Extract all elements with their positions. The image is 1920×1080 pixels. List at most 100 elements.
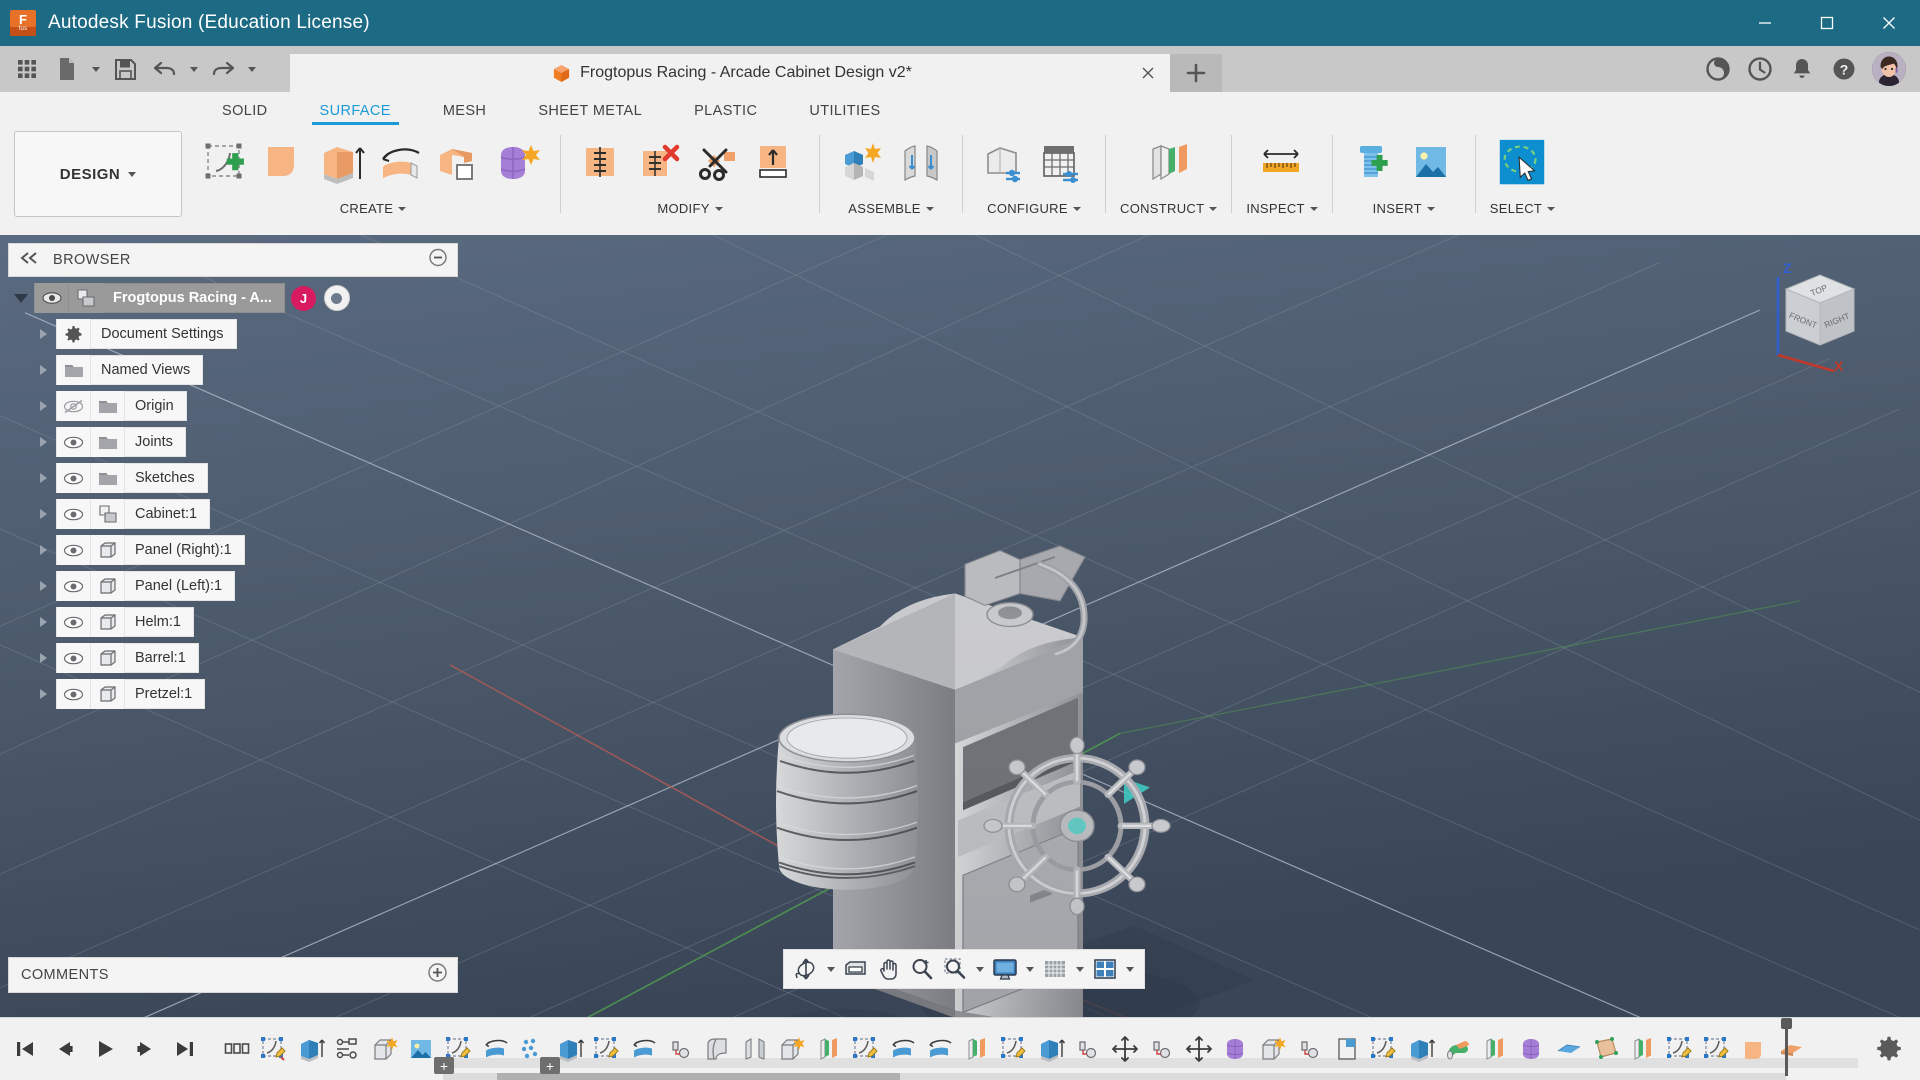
timeline-settings-icon[interactable] xyxy=(1858,1035,1920,1063)
close-button[interactable] xyxy=(1858,0,1920,46)
ribbon-group-construct-label[interactable]: CONSTRUCT xyxy=(1120,201,1218,216)
new-document-icon[interactable] xyxy=(48,50,86,88)
create-sketch-icon[interactable] xyxy=(200,133,256,195)
insert-canvas-icon[interactable] xyxy=(1405,133,1461,195)
timeline-joint-icon[interactable] xyxy=(1291,1026,1328,1072)
tree-row-origin[interactable]: Origin xyxy=(8,389,458,423)
unstitch-icon[interactable] xyxy=(633,133,689,195)
tree-row-sketches[interactable]: Sketches xyxy=(8,461,458,495)
viewports-caret[interactable] xyxy=(1122,952,1138,986)
form-icon[interactable] xyxy=(490,133,546,195)
timeline-sketch-icon[interactable] xyxy=(1661,1026,1698,1072)
grid-snaps-icon[interactable] xyxy=(1039,952,1071,986)
tree-item-joints[interactable]: Joints xyxy=(56,427,186,457)
redo-caret[interactable] xyxy=(244,50,260,88)
patch-icon[interactable] xyxy=(258,133,314,195)
construct-plane-icon[interactable] xyxy=(1141,133,1197,195)
ribbon-group-assemble-label[interactable]: ASSEMBLE xyxy=(848,201,934,216)
ribbon-tab-surface[interactable]: SURFACE xyxy=(294,103,417,125)
tree-item-named-views[interactable]: Named Views xyxy=(56,355,204,385)
visibility-eye-hidden-icon[interactable] xyxy=(57,391,91,421)
zoom-window-icon[interactable] xyxy=(939,952,971,986)
timeline-joint-icon[interactable] xyxy=(1069,1026,1106,1072)
configure-icon[interactable] xyxy=(977,133,1033,195)
expand-arrow-icon[interactable] xyxy=(30,401,56,411)
step-forward-icon[interactable] xyxy=(126,1029,164,1069)
visibility-eye-icon[interactable] xyxy=(57,535,91,565)
undo-icon[interactable] xyxy=(146,50,184,88)
redo-icon[interactable] xyxy=(204,50,242,88)
timeline-flag-icon[interactable] xyxy=(1328,1026,1365,1072)
timeline-new-component-icon[interactable] xyxy=(773,1026,810,1072)
timeline-revolve-icon[interactable] xyxy=(884,1026,921,1072)
new-tab-button[interactable] xyxy=(1170,54,1222,92)
notifications-icon[interactable] xyxy=(1782,46,1822,92)
help-icon[interactable]: ? xyxy=(1824,46,1864,92)
timeline-playhead[interactable] xyxy=(1781,1018,1792,1076)
go-to-end-icon[interactable] xyxy=(166,1029,204,1069)
tree-row-helm[interactable]: Helm:1 xyxy=(8,605,458,639)
timeline-pipe-icon[interactable] xyxy=(1439,1026,1476,1072)
tree-item-origin[interactable]: Origin xyxy=(56,391,187,421)
timeline-extrude-icon[interactable] xyxy=(1402,1026,1439,1072)
tree-item-cabinet[interactable]: Cabinet:1 xyxy=(56,499,211,529)
stitch-icon[interactable] xyxy=(575,133,631,195)
grid-snaps-caret[interactable] xyxy=(1072,952,1088,986)
extensions-icon[interactable] xyxy=(1698,46,1738,92)
revolve-icon[interactable] xyxy=(374,133,430,195)
new-component-icon[interactable] xyxy=(834,133,890,195)
visibility-eye-icon[interactable] xyxy=(57,643,91,673)
play-icon[interactable] xyxy=(86,1029,124,1069)
expand-arrow-icon[interactable] xyxy=(8,293,34,303)
tree-row-root[interactable]: Frogtopus Racing - A... J xyxy=(8,281,458,315)
timeline-fillet-icon[interactable] xyxy=(699,1026,736,1072)
measure-icon[interactable] xyxy=(1254,133,1310,195)
timeline-construct-plane-icon[interactable] xyxy=(958,1026,995,1072)
new-document-caret[interactable] xyxy=(88,50,104,88)
viewports-icon[interactable] xyxy=(1089,952,1121,986)
timeline-move-icon[interactable] xyxy=(1180,1026,1217,1072)
workspace-selector[interactable]: DESIGN xyxy=(14,131,182,217)
expand-arrow-icon[interactable] xyxy=(30,689,56,699)
timeline-sketch-icon[interactable] xyxy=(1698,1026,1735,1072)
configure-table-icon[interactable] xyxy=(1035,133,1091,195)
visibility-eye-icon[interactable] xyxy=(35,283,69,313)
timeline-shell-icon[interactable] xyxy=(1550,1026,1587,1072)
pan-icon[interactable] xyxy=(873,952,905,986)
tree-item-panel-right[interactable]: Panel (Right):1 xyxy=(56,535,245,565)
timeline-patch-icon[interactable] xyxy=(1587,1026,1624,1072)
visibility-eye-icon[interactable] xyxy=(57,571,91,601)
trim-icon[interactable] xyxy=(691,133,747,195)
tree-row-panel-left[interactable]: Panel (Left):1 xyxy=(8,569,458,603)
tree-item-barrel[interactable]: Barrel:1 xyxy=(56,643,199,673)
visibility-eye-icon[interactable] xyxy=(57,427,91,457)
extrude-icon[interactable] xyxy=(316,133,372,195)
timeline-form-icon[interactable] xyxy=(1217,1026,1254,1072)
minimize-panel-icon[interactable] xyxy=(429,248,447,272)
expand-arrow-icon[interactable] xyxy=(30,329,56,339)
timeline-extrude-icon[interactable] xyxy=(292,1026,329,1072)
ribbon-group-select-label[interactable]: SELECT xyxy=(1490,201,1556,216)
zoom-icon[interactable] xyxy=(906,952,938,986)
timeline-new-component-icon[interactable] xyxy=(1254,1026,1291,1072)
status-badge[interactable]: J xyxy=(290,285,316,311)
app-grid-icon[interactable] xyxy=(8,50,46,88)
look-at-icon[interactable] xyxy=(840,952,872,986)
timeline-group-marker[interactable]: + xyxy=(540,1057,560,1074)
timeline-construct-plane-icon[interactable] xyxy=(810,1026,847,1072)
ribbon-tab-sheet-metal[interactable]: SHEET METAL xyxy=(512,103,668,125)
timeline-sketch-icon[interactable] xyxy=(255,1026,292,1072)
orbit-caret[interactable] xyxy=(823,952,839,986)
viewport[interactable]: BROWSER Frogtopus Racing - A... J Docume… xyxy=(0,235,1920,1017)
tree-row-document-settings[interactable]: Document Settings xyxy=(8,317,458,351)
ribbon-group-modify-label[interactable]: MODIFY xyxy=(657,201,723,216)
orbit-icon[interactable] xyxy=(790,952,822,986)
timeline-form-icon[interactable] xyxy=(1513,1026,1550,1072)
timeline-revolve-icon[interactable] xyxy=(625,1026,662,1072)
visibility-eye-icon[interactable] xyxy=(57,607,91,637)
timeline-joint-icon[interactable] xyxy=(662,1026,699,1072)
step-back-icon[interactable] xyxy=(46,1029,84,1069)
ribbon-tab-mesh[interactable]: MESH xyxy=(417,103,513,125)
tree-item-document-settings[interactable]: Document Settings xyxy=(56,319,237,349)
timeline-group-icon[interactable] xyxy=(218,1026,255,1072)
